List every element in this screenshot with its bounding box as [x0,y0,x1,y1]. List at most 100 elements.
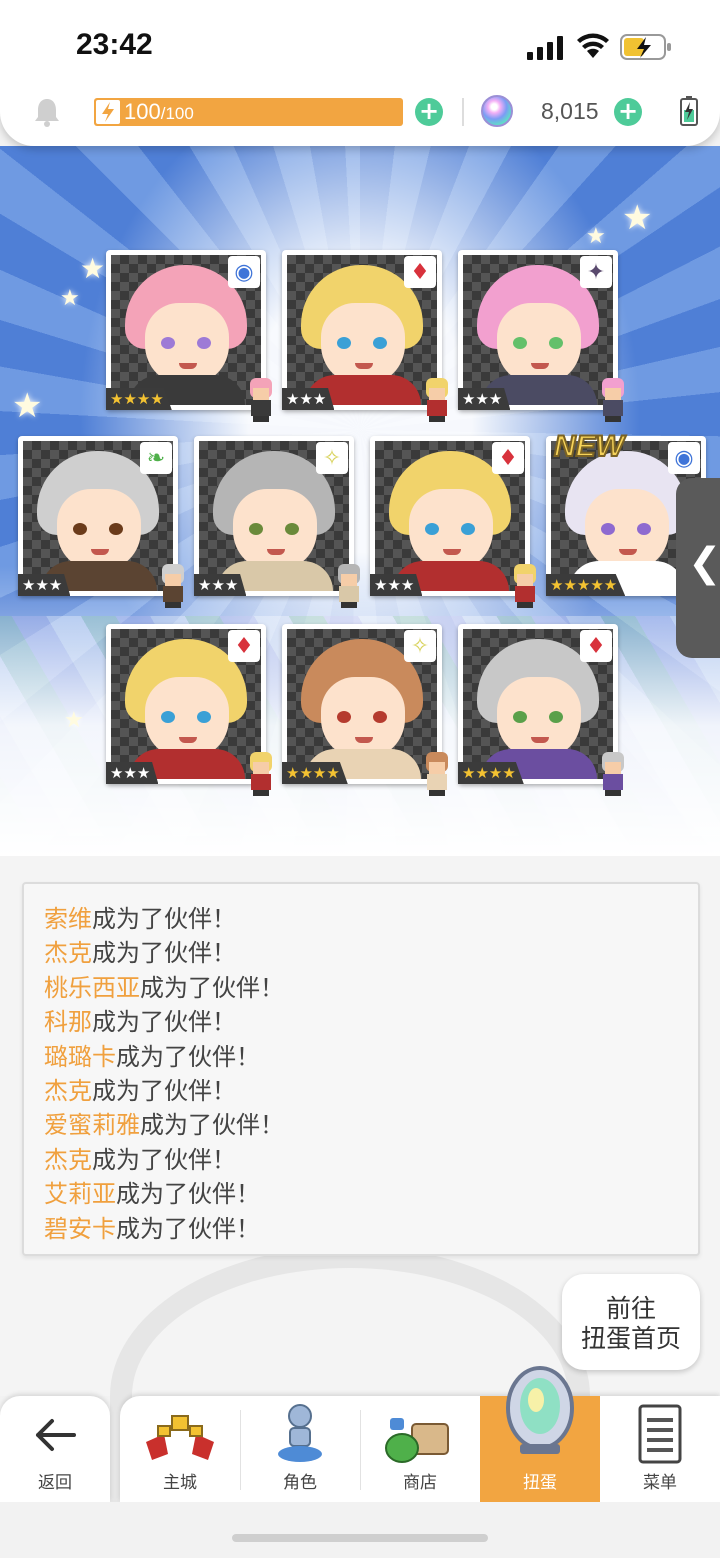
nav-label: 主城 [163,1473,197,1493]
portrait-face [145,303,229,385]
gacha-icon [506,1366,574,1454]
portrait-eye [73,523,87,535]
status-bar: 23:42 [0,0,720,90]
sprite-face [517,574,533,586]
sprite-face [253,388,269,400]
back-label: 返回 [38,1473,72,1493]
portrait-eye [285,523,299,535]
home-indicator[interactable] [232,1534,488,1542]
portrait-eye [601,523,615,535]
chevron-left-icon: ❮ [688,540,720,586]
pixel-sprite [154,564,192,608]
stamina-current: 100 [124,99,161,124]
attribute-fire-icon: ♦ [492,442,524,474]
stamina-max: /100 [160,104,194,123]
portrait-eye [513,337,527,349]
portrait-mouth [179,363,197,369]
character-card[interactable]: ♦ ★★★ [370,436,536,608]
sprite-face [605,388,621,400]
rarity-stars: ★★★ [194,574,247,596]
companion-name: 科那 [44,1008,92,1037]
sprite-face [429,762,445,774]
sprite-legs [605,790,621,796]
portrait-eye [337,711,351,723]
character-card[interactable]: ◉ ★★★★ [106,250,272,422]
log-entry: 杰克成为了伙伴！ [44,1074,236,1108]
rarity-stars: ★★★★ [106,388,172,410]
character-card[interactable]: ♦ ★★★ [282,250,448,422]
menu-icon [638,1404,682,1464]
companion-name: 杰克 [44,1077,92,1105]
portrait-eye [549,337,563,349]
log-message: 成为了伙伴！ [116,1180,260,1209]
portrait-mouth [531,737,549,743]
battery-saver-icon[interactable] [680,96,698,126]
rarity-stars: ★★★ [106,762,159,784]
sprite-body [427,400,447,416]
portrait-face [233,489,317,571]
character-card[interactable]: ♦ ★★★ [106,624,272,796]
log-message: 成为了伙伴！ [92,1077,236,1105]
portrait-mouth [179,737,197,743]
portrait-eye [513,711,527,723]
pixel-sprite [594,378,632,422]
nav-item-gacha[interactable]: 扭蛋 [480,1366,600,1502]
attribute-fire-icon: ♦ [580,630,612,662]
log-entry: 索维成为了伙伴！ [44,902,236,936]
nav-item-castle[interactable]: 主城 [120,1396,240,1502]
character-card[interactable]: ❧ ★★★ [18,436,184,608]
log-message: 成为了伙伴！ [140,1111,284,1140]
character-card[interactable]: ✦ ★★★ [458,250,624,422]
notification-bell-icon[interactable] [33,97,61,127]
attribute-fire-icon: ♦ [404,256,436,288]
log-entry: 桃乐西亚成为了伙伴！ [44,971,284,1005]
character-icon [278,1404,322,1462]
sparkle-icon: ★ [12,386,43,426]
log-message: 成为了伙伴！ [92,905,236,933]
nav-item-shop[interactable]: 商店 [360,1396,480,1502]
log-message: 成为了伙伴！ [116,1214,260,1243]
stamina-value: 100/100 [124,99,194,125]
side-panel-toggle[interactable]: ❮ [676,478,720,658]
nav-item-menu[interactable]: 菜单 [600,1396,720,1502]
portrait-mouth [91,549,109,555]
portrait-eye [249,523,263,535]
sprite-face [605,762,621,774]
goto-gacha-home-button[interactable]: 前往 扭蛋首页 [562,1274,700,1370]
sprite-legs [253,416,269,422]
pixel-sprite [242,752,280,796]
character-card[interactable]: ♦ ★★★★ [458,624,624,796]
nav-item-character[interactable]: 角色 [240,1396,360,1502]
pixel-sprite [242,378,280,422]
sprite-body [603,400,623,416]
rarity-stars: ★★★★★ [546,574,626,596]
gem-count: 8,015 [541,98,599,124]
sprite-legs [429,790,445,796]
sprite-legs [517,602,533,608]
character-card[interactable]: ✧ ★★★ [194,436,360,608]
attribute-water-icon: ◉ [668,442,700,474]
sprite-legs [429,416,445,422]
recruit-log[interactable]: 索维成为了伙伴！ 杰克成为了伙伴！ 桃乐西亚成为了伙伴！ 科那成为了伙伴！ 璐璐卡成为了… [22,882,700,1256]
nav-label: 扭蛋 [523,1473,557,1493]
nav-label: 菜单 [643,1473,677,1493]
log-message: 成为了伙伴！ [92,1145,236,1174]
portrait-face [57,489,141,571]
portrait-face [497,677,581,759]
add-stamina-button[interactable]: + [415,98,443,126]
add-gems-button[interactable]: + [614,98,642,126]
attribute-light-icon: ✧ [404,630,436,662]
log-entry: 科那成为了伙伴！ [44,1005,236,1039]
sprite-face [165,574,181,586]
sprite-body [251,774,271,790]
companion-name: 爱蜜莉雅 [44,1111,140,1140]
back-button[interactable]: 返回 [0,1396,110,1502]
sprite-body [603,774,623,790]
companion-name: 璐璐卡 [44,1042,116,1071]
companion-name: 桃乐西亚 [44,973,140,1002]
sparkle-icon: ★ [60,286,80,311]
pixel-sprite [506,564,544,608]
log-message: 成为了伙伴！ [140,973,284,1002]
portrait-eye [461,523,475,535]
character-card[interactable]: ✧ ★★★★ [282,624,448,796]
